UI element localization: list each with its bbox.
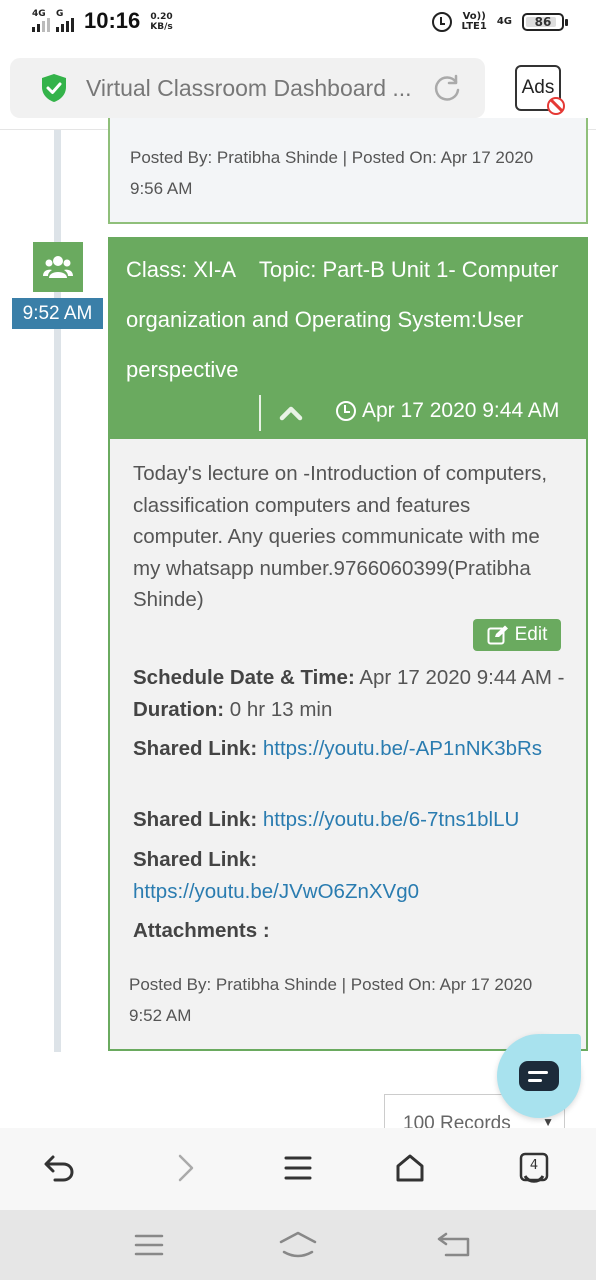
chevron-up-icon[interactable]: [277, 401, 305, 425]
home-button[interactable]: [392, 1150, 428, 1186]
schedule-info: Schedule Date & Time: Apr 17 2020 9:44 A…: [133, 666, 565, 721]
status-bar: 4G G 10:16 0.20 KB/s Vo)) LTE1 4G 86: [0, 0, 596, 46]
timeline-time-badge: 9:52 AM: [12, 298, 103, 329]
posted-by: Posted By: Pratibha Shinde | Posted On: …: [129, 975, 533, 1025]
alarm-icon: [431, 12, 452, 32]
home-icon: [396, 1154, 424, 1182]
chat-icon: [519, 1061, 559, 1091]
posted-by: Posted By: Pratibha Shinde | Posted On: …: [130, 148, 534, 198]
shield-check-icon: [42, 74, 66, 102]
card-header: Class: XI-A Topic: Part-B Unit 1- Comput…: [110, 239, 586, 439]
clock-icon: [336, 401, 356, 421]
back-button[interactable]: [41, 1150, 77, 1186]
forward-button[interactable]: [168, 1150, 204, 1186]
reload-icon[interactable]: [432, 73, 462, 103]
card-title: Class: XI-A Topic: Part-B Unit 1- Comput…: [126, 257, 565, 382]
menu-icon: [284, 1156, 312, 1180]
android-nav-bar: [0, 1210, 596, 1280]
shared-link-url[interactable]: https://youtu.be/-AP1nNK3bRs: [263, 737, 542, 760]
recent-apps-button[interactable]: [129, 1228, 169, 1262]
tabs-icon: 4: [519, 1152, 549, 1183]
browser-toolbar: 4: [0, 1128, 596, 1210]
sim1-signal-icon: 4G: [32, 9, 50, 32]
users-icon: [43, 256, 73, 278]
shared-link-url[interactable]: https://youtu.be/JVwO6ZnXVg0: [133, 880, 419, 903]
back-icon: [44, 1155, 74, 1182]
card-description: Today's lecture on -Introduction of comp…: [133, 462, 548, 611]
chat-button[interactable]: [497, 1034, 581, 1118]
volte-indicator: Vo)) LTE1: [461, 11, 487, 32]
edit-icon: [487, 625, 508, 645]
android-home-icon: [279, 1231, 317, 1258]
recent-apps-icon: [134, 1234, 164, 1256]
network-speed: 0.20 KB/s: [150, 12, 173, 32]
battery-icon: 86: [522, 13, 568, 31]
forward-icon: [178, 1154, 194, 1182]
class-icon-box: [33, 242, 83, 292]
sim2-signal-icon: G: [56, 9, 74, 32]
svg-text:4: 4: [530, 1158, 538, 1173]
clock-time: 10:16: [84, 8, 141, 33]
ad-block-button[interactable]: Ads: [515, 65, 565, 115]
address-bar[interactable]: Virtual Classroom Dashboard ...: [10, 58, 485, 118]
menu-button[interactable]: [280, 1150, 316, 1186]
previous-post-card: Posted By: Pratibha Shinde | Posted On: …: [108, 118, 588, 224]
card-date: Apr 17 2020 9:44 AM: [336, 399, 559, 423]
shared-link-2: Shared Link: https://youtu.be/6-7tns1blL…: [133, 808, 520, 831]
shared-link-url[interactable]: https://youtu.be/6-7tns1blLU: [263, 808, 519, 831]
network-type: 4G: [496, 16, 512, 27]
class-post-card: Class: XI-A Topic: Part-B Unit 1- Comput…: [108, 237, 588, 1051]
android-home-button[interactable]: [278, 1228, 318, 1262]
page-title: Virtual Classroom Dashboard ...: [86, 74, 412, 101]
tabs-button[interactable]: 4: [516, 1150, 552, 1186]
header-divider: [259, 395, 261, 431]
block-icon: [547, 97, 565, 115]
android-back-button[interactable]: [434, 1228, 474, 1262]
shared-link-1: Shared Link: https://youtu.be/-AP1nNK3bR…: [133, 737, 543, 760]
attachments: Attachments :: [133, 919, 270, 942]
shared-link-3: Shared Link: https://youtu.be/JVwO6ZnXVg0: [133, 848, 420, 903]
android-back-icon: [437, 1232, 470, 1257]
edit-button[interactable]: Edit: [473, 619, 561, 651]
